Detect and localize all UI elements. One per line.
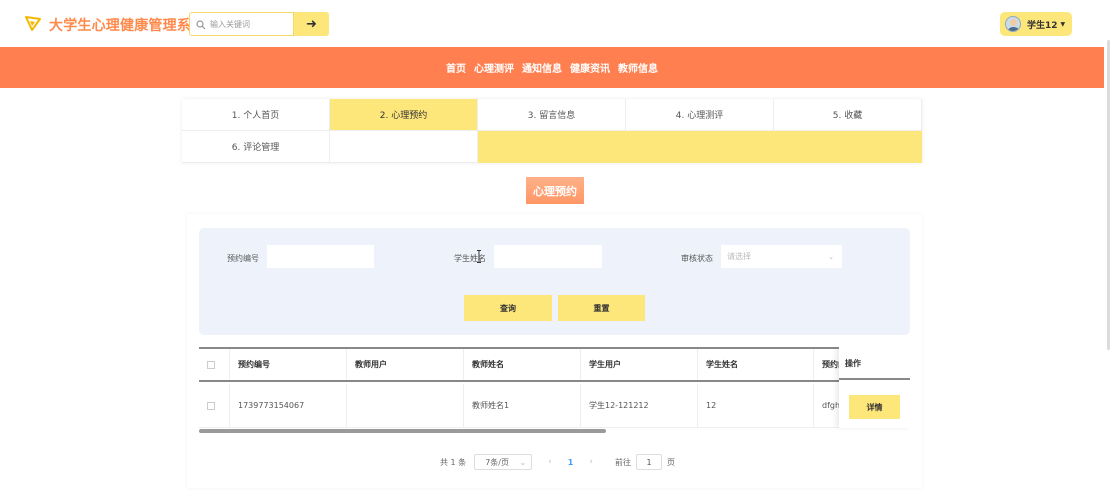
action-column: 操作 详情 xyxy=(839,347,910,428)
tab-personal-home[interactable]: 1. 个人首页 xyxy=(182,99,330,131)
search-input[interactable] xyxy=(210,19,290,29)
table-row: 1739773154067 教师姓名1 学生12-121212 12 dfghr xyxy=(199,384,910,428)
row-checkbox-cell xyxy=(199,384,230,427)
pagination-total: 共 1 条 xyxy=(440,457,467,467)
col-student-name[interactable]: 学生姓名 xyxy=(698,349,814,380)
user-name: 学生12 xyxy=(1027,20,1058,31)
tab-assessment[interactable]: 4. 心理测评 xyxy=(626,99,774,131)
col-student-user[interactable]: 学生用户 xyxy=(581,349,698,380)
select-all-checkbox[interactable] xyxy=(207,360,215,369)
user-menu[interactable]: 学生12 ▼ xyxy=(1000,12,1072,36)
profile-tabs: 1. 个人首页 2. 心理预约 3. 留言信息 4. 心理测评 5. 收藏 6.… xyxy=(182,99,922,163)
search-button[interactable]: ➜ xyxy=(294,12,329,36)
next-page-icon[interactable]: › xyxy=(589,457,593,467)
col-booking-no[interactable]: 预约编号 xyxy=(230,349,347,380)
jump-label: 前往 xyxy=(614,457,631,467)
query-button[interactable]: 查询 xyxy=(464,295,552,321)
page-scrollbar[interactable] xyxy=(1107,40,1110,350)
table-header: 预约编号 教师用户 教师姓名 学生用户 学生姓名 预约内 xyxy=(199,347,910,382)
logo-text: 大学生心理健康管理系统 xyxy=(49,18,206,34)
booking-no-label: 预约编号 xyxy=(227,254,259,263)
cell-student-name: 12 xyxy=(698,384,814,427)
header-checkbox-cell xyxy=(199,349,230,380)
status-select-placeholder: 请选择 xyxy=(727,252,751,261)
booking-no-input[interactable] xyxy=(267,245,374,268)
cell-student-user: 学生12-121212 xyxy=(581,384,698,427)
filter-panel: 预约编号 学生姓名 审核状态 请选择 ⌄ 查询 重置 xyxy=(199,228,910,335)
row-checkbox[interactable] xyxy=(207,401,215,410)
search-box[interactable] xyxy=(189,12,294,36)
cell-teacher-name: 教师姓名1 xyxy=(464,384,581,427)
tab-favorites[interactable]: 5. 收藏 xyxy=(774,99,922,131)
text-cursor-icon xyxy=(477,250,481,263)
prev-page-icon[interactable]: ‹ xyxy=(548,457,552,467)
chevron-down-icon: ▼ xyxy=(1060,20,1066,28)
cell-booking-no: 1739773154067 xyxy=(230,384,347,427)
detail-button[interactable]: 详情 xyxy=(849,395,900,419)
search-bar: ➜ xyxy=(189,12,329,36)
appointment-table: 预约编号 教师用户 教师姓名 学生用户 学生姓名 预约内 17397731540… xyxy=(199,347,910,433)
pagination: 共 1 条 7条/页 ⌄ ‹ 1 › 前往 页 xyxy=(440,454,675,470)
tab-comments[interactable]: 6. 评论管理 xyxy=(182,131,330,163)
col-action: 操作 xyxy=(839,349,910,380)
nav-item-assessment[interactable]: 心理测评 xyxy=(474,60,514,75)
avatar xyxy=(1005,16,1021,32)
col-teacher-user[interactable]: 教师用户 xyxy=(347,349,464,380)
chevron-down-icon: ⌄ xyxy=(828,252,834,261)
status-label: 审核状态 xyxy=(681,254,713,263)
reset-button[interactable]: 重置 xyxy=(558,295,645,321)
tab-messages[interactable]: 3. 留言信息 xyxy=(478,99,626,131)
status-select[interactable]: 请选择 ⌄ xyxy=(721,245,842,268)
nav-item-teachers[interactable]: 教师信息 xyxy=(618,60,658,75)
tab-filler xyxy=(478,131,922,163)
page-unit-label: 页 xyxy=(666,457,675,467)
nav-item-health-news[interactable]: 健康资讯 xyxy=(570,60,610,75)
search-icon xyxy=(196,15,206,34)
top-bar: 大学生心理健康管理系统 ➜ 学生12 ▼ xyxy=(0,0,1111,47)
tab-appointment[interactable]: 2. 心理预约 xyxy=(330,99,478,131)
table-horizontal-scrollbar[interactable] xyxy=(199,429,606,433)
cell-teacher-user xyxy=(347,384,464,427)
tab-empty xyxy=(330,131,478,163)
nav-item-notices[interactable]: 通知信息 xyxy=(522,60,562,75)
col-teacher-name[interactable]: 教师姓名 xyxy=(464,349,581,380)
page-size-value: 7条/页 xyxy=(485,457,509,467)
page-title: 心理预约 xyxy=(526,177,584,204)
student-name-input[interactable] xyxy=(494,245,602,268)
page-number-1[interactable]: 1 xyxy=(568,458,574,467)
page-size-select[interactable]: 7条/页 ⌄ xyxy=(474,454,533,470)
jump-page-input[interactable] xyxy=(635,454,662,470)
logo[interactable]: 大学生心理健康管理系统 xyxy=(24,14,205,36)
chevron-down-icon: ⌄ xyxy=(519,457,527,467)
arrow-right-icon: ➜ xyxy=(306,16,317,32)
nav-item-home[interactable]: 首页 xyxy=(446,60,466,75)
logo-icon xyxy=(24,14,42,36)
main-nav: 首页 心理测评 通知信息 健康资讯 教师信息 xyxy=(0,47,1104,88)
